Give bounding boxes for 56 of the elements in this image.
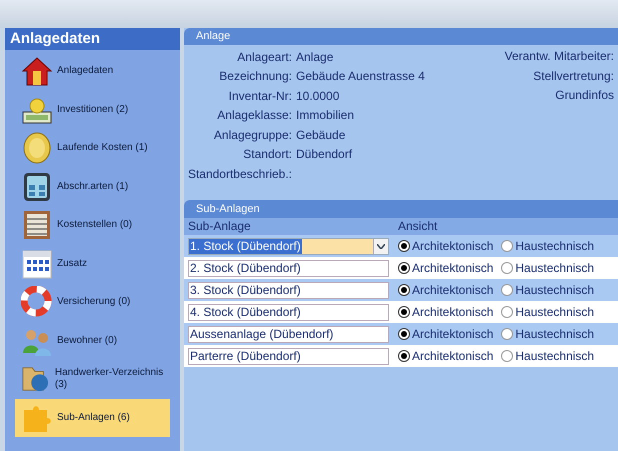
radio-option[interactable]: Architektonisch [398, 347, 494, 365]
sidebar-item[interactable]: Zusatz [15, 244, 170, 283]
sidebar-item[interactable]: Sub-Anlagen (6) [15, 398, 170, 437]
field-label: Standort: [242, 146, 292, 164]
chevron-down-icon [377, 244, 385, 248]
input-field[interactable]: 4. Stock (Dübendorf) [188, 304, 389, 320]
input-field[interactable]: Aussenanlage (Dübendorf) [188, 326, 389, 342]
field-label: Inventar-Nr: [228, 88, 292, 105]
radio-option[interactable]: Haustechnisch [501, 237, 594, 255]
dropdown[interactable]: 1. Stock (Dübendorf) [188, 238, 389, 254]
field-value: Gebäude [296, 126, 346, 144]
sidebar-item[interactable]: Laufende Kosten (1) [15, 129, 170, 168]
calculator-icon [21, 170, 53, 203]
field-value: Anlage [296, 48, 334, 66]
section-header: Anlage [184, 28, 618, 45]
abacus-icon [21, 209, 53, 242]
input-field[interactable]: Parterre (Dübendorf) [188, 348, 389, 364]
house-icon [21, 55, 53, 88]
field-value: Gebäude Auenstrasse 4 [296, 68, 425, 86]
radio-option[interactable]: Haustechnisch [501, 281, 594, 299]
radio-option[interactable]: Architektonisch [398, 281, 494, 299]
sidebar-item[interactable]: Bewohner (0) [15, 322, 170, 360]
field-label: Standortbeschrieb.: [186, 166, 292, 183]
input-field[interactable]: 2. Stock (Dübendorf) [188, 260, 389, 276]
radio-option[interactable]: Haustechnisch [501, 259, 594, 277]
sidebar-item[interactable]: Handwerker-Verzeichnis (3) [15, 360, 170, 398]
field-label: Stellvertretung: [533, 68, 614, 84]
sidebar-item[interactable]: Anlagedaten [15, 52, 170, 90]
field-value: Immobilien [296, 107, 354, 124]
coin-icon [21, 132, 53, 164]
radio-option[interactable]: Haustechnisch [501, 325, 594, 343]
sidebar-title: Anlagedaten [5, 28, 180, 50]
field-label: Anlageklasse: [216, 107, 292, 124]
radio-option[interactable]: Architektonisch [398, 237, 494, 255]
field-label: Anlagegruppe: [212, 126, 292, 144]
input-field[interactable]: 3. Stock (Dübendorf) [188, 282, 389, 298]
sidebar-item[interactable]: Versicherung (0) [15, 283, 170, 322]
radio-option[interactable]: Architektonisch [398, 303, 494, 321]
calendar-icon [21, 248, 53, 280]
column-header: Ansicht [398, 218, 438, 235]
sidebar-item[interactable]: Abschr.arten (1) [15, 168, 170, 206]
section-header: Sub-Anlagen [184, 200, 618, 218]
field-label: Anlageart: [236, 48, 292, 66]
field-value: Dübendorf [296, 146, 352, 164]
field-label: Verantw. Mitarbeiter: [504, 48, 614, 65]
radio-option[interactable]: Haustechnisch [501, 303, 594, 321]
field-value: 10.0000 [296, 88, 340, 105]
sidebar-item[interactable]: Investitionen (2) [15, 90, 170, 129]
radio-option[interactable]: Architektonisch [398, 259, 494, 277]
field-label: Grundinfos [555, 87, 614, 104]
radio-option[interactable]: Haustechnisch [501, 347, 594, 365]
sidebar-item[interactable]: Kostenstellen (0) [15, 206, 170, 244]
column-header: Sub-Anlage [188, 218, 252, 235]
field-label: Bezeichnung: [218, 68, 292, 86]
lifebuoy-icon [21, 286, 53, 318]
radio-option[interactable]: Architektonisch [398, 325, 494, 343]
